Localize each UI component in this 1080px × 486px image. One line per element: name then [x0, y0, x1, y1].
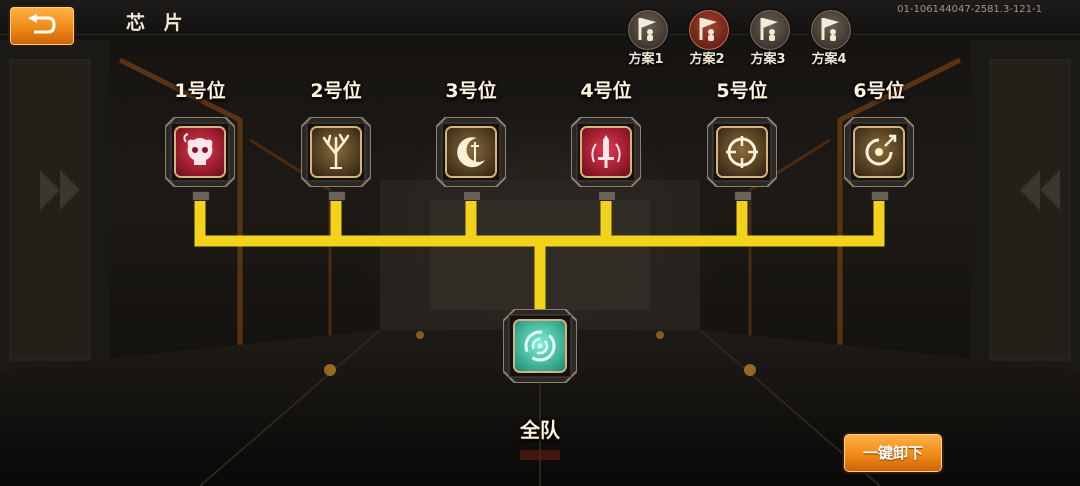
slot-4-label: 4号位: [580, 80, 632, 102]
slot-clip: [871, 191, 889, 201]
chip-slot-5[interactable]: [707, 117, 777, 201]
slot-6-label: 6号位: [853, 80, 905, 102]
slot-clip: [192, 191, 210, 201]
flaming-sword-icon: [591, 135, 621, 168]
chip-teal: [515, 321, 565, 371]
preset-2-label: 方案2: [689, 52, 725, 67]
horned-skull-icon: [183, 133, 213, 165]
preset-3-badge: [748, 8, 792, 52]
preset-2-button[interactable]: 方案2: [681, 8, 733, 68]
chip-slot-4[interactable]: [571, 117, 641, 201]
flag-person-icon: [638, 18, 656, 41]
chip-screen: 芯 片 01-106144047-2581.3-121-1 方案1 方案2 方案…: [0, 0, 1080, 486]
chip-gold: [718, 128, 766, 176]
preset-4-button[interactable]: 方案4: [803, 8, 855, 68]
slot-5-label: 5号位: [716, 80, 768, 102]
preset-1-badge: [626, 8, 670, 52]
page-title: 芯 片: [126, 12, 189, 34]
team-chip-slot[interactable]: [503, 309, 577, 383]
vortex-icon: [524, 330, 556, 362]
slot-clip: [734, 191, 752, 201]
build-id: 01-106144047-2581.3-121-1: [897, 4, 1042, 15]
slot-3-label: 3号位: [445, 80, 497, 102]
chip-red: [582, 128, 630, 176]
preset-3-button[interactable]: 方案3: [742, 8, 794, 68]
preset-1-button[interactable]: 方案1: [620, 8, 672, 68]
chip-gold: [312, 128, 360, 176]
flag-person-icon: [821, 18, 839, 41]
slot-clip: [328, 191, 346, 201]
chip-slot-2[interactable]: [301, 117, 371, 201]
crescent-moon-icon: [457, 137, 485, 168]
slot-1-label: 1号位: [174, 80, 226, 102]
preset-4-badge: [809, 8, 853, 52]
preset-3-label: 方案3: [750, 52, 786, 67]
chip-red: [176, 128, 224, 176]
unequip-all-button[interactable]: 一键卸下: [842, 432, 944, 474]
slot-clip: [598, 191, 616, 201]
chip-gold: [855, 128, 903, 176]
chip-slot-6[interactable]: [844, 117, 914, 201]
back-button[interactable]: [8, 5, 76, 47]
preset-2-badge: [687, 8, 731, 52]
chip-slot-1[interactable]: [165, 117, 235, 201]
slot-2-label: 2号位: [310, 80, 362, 102]
crosshair-icon: [726, 136, 758, 168]
preset-4-label: 方案4: [811, 52, 847, 67]
flag-person-icon: [760, 18, 778, 41]
chip-slot-3[interactable]: [436, 117, 506, 201]
swirl-arrow-icon: [865, 134, 897, 166]
team-chip-label: 全队: [520, 418, 560, 442]
chip-gold: [447, 128, 495, 176]
withered-tree-icon: [322, 133, 350, 170]
preset-1-label: 方案1: [628, 52, 664, 67]
back-arrow-icon: [28, 14, 56, 34]
slot-clip: [463, 191, 481, 201]
flag-person-icon: [699, 18, 717, 41]
